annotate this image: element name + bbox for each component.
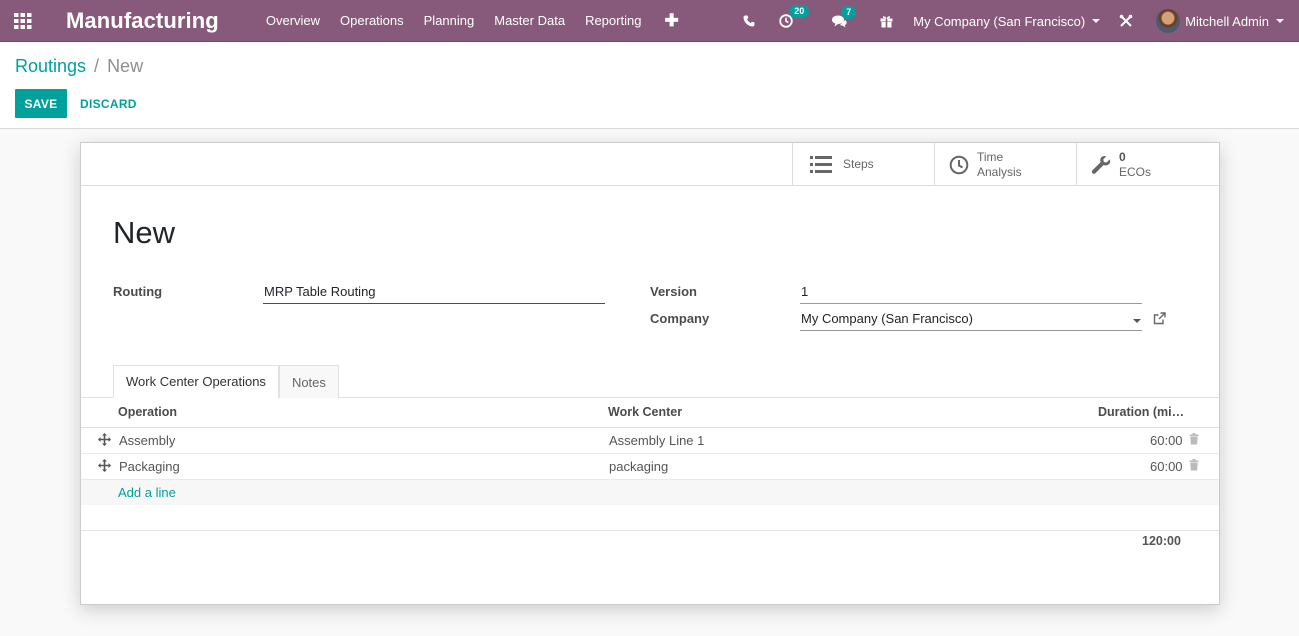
gift-glyph (880, 15, 893, 27)
messages-icon[interactable]: 7 (831, 5, 857, 28)
message-count-badge: 7 (841, 5, 857, 19)
save-button[interactable]: SAVE (15, 89, 67, 118)
gift-icon[interactable] (880, 15, 893, 28)
header-operation[interactable]: Operation (118, 405, 177, 419)
company-select[interactable]: My Company (San Francisco) (800, 311, 1142, 331)
duration-total: 120:00 (1142, 534, 1181, 548)
company-label: Company (650, 311, 710, 326)
trash-icon[interactable] (1189, 459, 1199, 474)
breadcrumb-current: New (107, 56, 144, 76)
apps-menu-button[interactable] (0, 0, 46, 42)
activity-icon[interactable]: 20 (779, 5, 810, 28)
breadcrumb: Routings / New (15, 56, 143, 77)
cell-operation: Assembly (119, 433, 176, 448)
list-icon (803, 156, 839, 173)
phone-glyph (743, 15, 755, 27)
time-analysis-smart-button[interactable]: Time Analysis (934, 143, 1076, 186)
breadcrumb-routings-link[interactable]: Routings (15, 56, 86, 77)
steps-smart-button[interactable]: Steps (792, 143, 934, 186)
control-panel: Routings / New SAVE DISCARD (0, 42, 1299, 129)
external-link-icon[interactable] (1153, 312, 1166, 328)
wrench-icon (1087, 155, 1115, 175)
discard-button[interactable]: DISCARD (80, 89, 137, 118)
company-value: My Company (San Francisco) (801, 311, 973, 326)
time-analysis-label: Time Analysis (977, 150, 1022, 180)
chevron-down-icon (1276, 19, 1284, 23)
header-duration[interactable]: Duration (mi… (1098, 405, 1184, 419)
company-switcher-label: My Company (San Francisco) (913, 13, 1086, 29)
notebook-tabs: Work Center Operations Notes (113, 365, 339, 398)
menu-overview[interactable]: Overview (266, 13, 320, 28)
cell-duration: 60:00 (1150, 459, 1183, 474)
add-line-link[interactable]: Add a line (118, 485, 176, 500)
menu-master-data[interactable]: Master Data (494, 13, 565, 28)
plus-icon[interactable]: ✚ (664, 11, 678, 31)
menu-planning[interactable]: Planning (424, 13, 475, 28)
empty-row (81, 505, 1219, 531)
navbar-systray: 20 7 My Company (San Francisco) Mitchell… (743, 0, 1299, 42)
version-field[interactable]: 1 (800, 284, 1142, 304)
debug-tools-icon[interactable] (1119, 14, 1133, 28)
record-title: New (113, 215, 176, 250)
grid-icon (14, 12, 32, 29)
tools-glyph (1119, 14, 1133, 27)
avatar (1156, 9, 1181, 33)
form-sheet: Steps Time Analysis 0 ECOs New Routing M… (80, 142, 1220, 605)
routing-value: MRP Table Routing (264, 284, 376, 299)
menu-reporting[interactable]: Reporting (585, 13, 641, 28)
operations-table: Operation Work Center Duration (mi… Asse… (81, 398, 1219, 531)
table-row[interactable]: Packaging packaging 60:00 (81, 454, 1219, 480)
tab-notes[interactable]: Notes (278, 365, 339, 398)
top-navbar: Manufacturing Overview Operations Planni… (0, 0, 1299, 42)
cell-operation: Packaging (119, 459, 180, 474)
tab-work-center-operations[interactable]: Work Center Operations (113, 365, 279, 398)
add-line-row: Add a line (81, 480, 1219, 505)
drag-handle-icon[interactable] (98, 433, 111, 449)
user-menu[interactable]: Mitchell Admin (1156, 9, 1284, 33)
user-name: Mitchell Admin (1185, 13, 1269, 29)
company-switcher[interactable]: My Company (San Francisco) (913, 13, 1101, 29)
smart-button-box: Steps Time Analysis 0 ECOs (81, 143, 1219, 186)
ecos-smart-button[interactable]: 0 ECOs (1076, 143, 1218, 186)
cell-work-center: packaging (609, 459, 669, 474)
table-row[interactable]: Assembly Assembly Line 1 60:00 (81, 428, 1219, 454)
trash-icon[interactable] (1189, 433, 1199, 448)
ecos-text: ECOs (1119, 164, 1152, 179)
activity-count-badge: 20 (789, 5, 810, 18)
cell-duration: 60:00 (1150, 433, 1183, 448)
steps-label: Steps (843, 157, 874, 171)
table-header: Operation Work Center Duration (mi… (81, 398, 1219, 428)
time-analysis-line-2: Analysis (977, 164, 1022, 179)
routing-field[interactable]: MRP Table Routing (263, 284, 605, 304)
routing-label: Routing (113, 284, 163, 299)
time-analysis-line-1: Time (977, 149, 1004, 164)
phone-icon[interactable] (743, 15, 755, 27)
ecos-count: 0 (1119, 149, 1126, 164)
version-value: 1 (801, 284, 809, 299)
clock-icon (945, 155, 973, 175)
chevron-down-icon (1092, 19, 1101, 23)
chevron-down-icon (1133, 319, 1141, 323)
drag-handle-icon[interactable] (98, 459, 111, 475)
cell-work-center: Assembly Line 1 (609, 433, 705, 448)
app-title[interactable]: Manufacturing (66, 8, 219, 34)
breadcrumb-separator: / (94, 56, 100, 76)
menu-operations[interactable]: Operations (340, 13, 404, 28)
ecos-label: 0 ECOs (1119, 150, 1151, 180)
header-work-center[interactable]: Work Center (608, 405, 682, 419)
version-label: Version (650, 284, 697, 299)
